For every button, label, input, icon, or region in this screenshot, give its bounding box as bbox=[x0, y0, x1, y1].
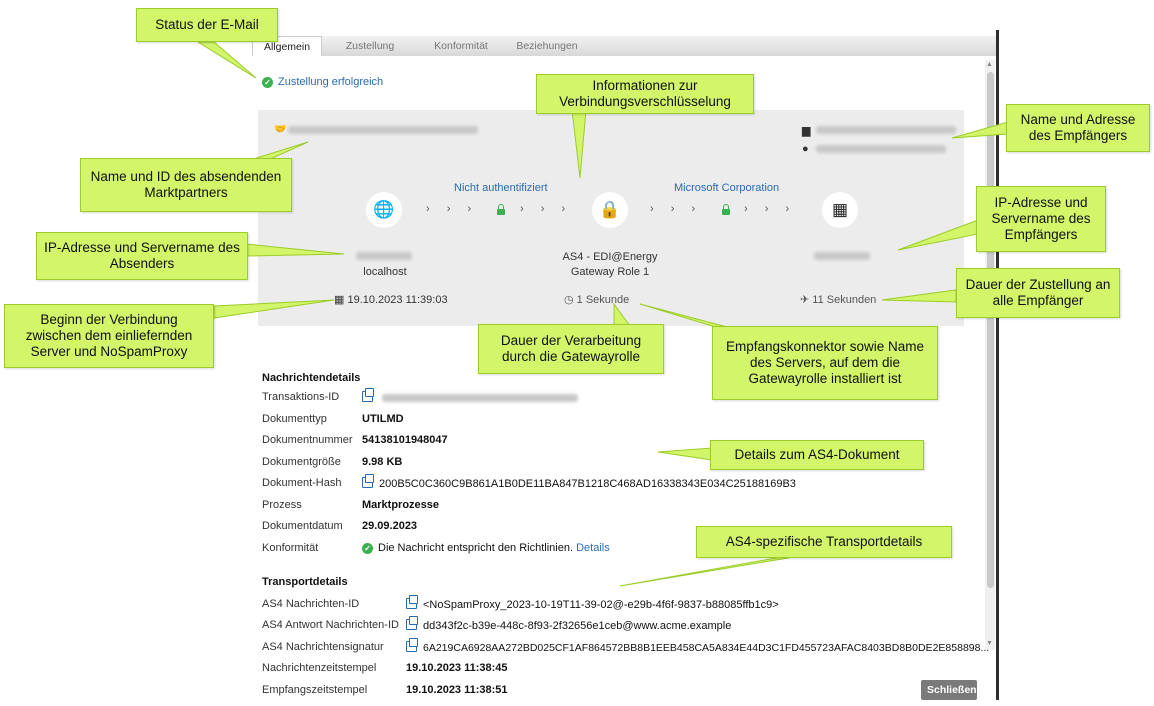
process-value: Marktprozesse bbox=[362, 499, 440, 511]
globe-icon: 🌐 bbox=[366, 192, 402, 228]
transaction-id-value bbox=[362, 388, 579, 404]
detail-label: Dokumentdatum bbox=[262, 520, 343, 532]
sender-ip-redacted bbox=[356, 252, 412, 260]
connection-start-time: 19.10.2023 11:39:03 bbox=[347, 294, 448, 306]
detail-label: Dokument-Hash bbox=[262, 477, 342, 489]
delivery-duration-value: 11 Sekunden bbox=[812, 294, 877, 306]
detail-label: Dokumentnummer bbox=[262, 434, 353, 446]
close-button[interactable]: Schließen bbox=[921, 680, 977, 700]
copy-icon[interactable] bbox=[406, 616, 418, 630]
processing-duration-value: 1 Sekunde bbox=[576, 294, 630, 306]
receive-timestamp-value: 19.10.2023 11:38:51 bbox=[406, 684, 508, 696]
gateway-connector: AS4 - EDI@Energy bbox=[562, 251, 658, 263]
tab-bar: Allgemein Zustellung Konformität Beziehu… bbox=[252, 36, 998, 56]
gateway-role: Gateway Role 1 bbox=[570, 266, 650, 278]
detail-label: Prozess bbox=[262, 499, 302, 511]
dialog-border bbox=[996, 30, 999, 700]
document-hash-value: 200B5C0C360C9B861A1B0DE11BA847B1218C468A… bbox=[362, 474, 796, 490]
callout-encryption: Informationen zur Verbindungsverschlüsse… bbox=[536, 74, 754, 114]
callout-recipient-name: Name und Adresse des Empfängers bbox=[1006, 104, 1150, 152]
detail-label: Nachrichtenzeitstempel bbox=[262, 662, 377, 674]
callout-sender-partner: Name und ID des absendenden Marktpartner… bbox=[80, 158, 292, 212]
as4-reply-id-value: dd343f2c-b39e-448c-8f93-2f32656e1ceb@www… bbox=[406, 616, 732, 632]
tab-delivery[interactable]: Zustellung bbox=[330, 36, 410, 56]
as4-signature-value: 6A219CA6928AA272BD025CF1AF864572BB8B1EEB… bbox=[406, 638, 990, 654]
callout-connection-start: Beginn der Verbindung zwischen dem einli… bbox=[4, 304, 214, 368]
callout-status: Status der E-Mail bbox=[136, 8, 278, 42]
chevron-arrows-icon: › › › bbox=[744, 203, 797, 215]
user-icon: ● bbox=[802, 143, 809, 155]
document-number-value: 54138101948047 bbox=[362, 434, 448, 446]
transport-details-title: Transportdetails bbox=[262, 576, 348, 588]
lock-icon bbox=[722, 204, 730, 215]
copy-icon[interactable] bbox=[406, 638, 418, 652]
callout-receiving-connector: Empfangskonnektor sowie Name des Servers… bbox=[712, 326, 938, 400]
message-timestamp-value: 19.10.2023 11:38:45 bbox=[406, 662, 508, 674]
calendar-icon: ▦ bbox=[334, 294, 345, 306]
copy-icon[interactable] bbox=[406, 595, 418, 609]
detail-label: Konformität bbox=[262, 542, 319, 554]
recipient-ip-redacted bbox=[814, 252, 870, 260]
sender-partner-redacted bbox=[288, 126, 478, 134]
pointer-document-details bbox=[657, 447, 713, 461]
recipient-name-redacted bbox=[816, 126, 956, 134]
detail-label: Empfangszeitstempel bbox=[262, 684, 368, 696]
callout-processing-duration: Dauer der Verarbeitung durch die Gateway… bbox=[478, 324, 664, 374]
chevron-arrows-icon: › › › bbox=[650, 203, 703, 215]
building-icon: ▆ bbox=[802, 125, 811, 137]
as4-message-id-value: <NoSpamProxy_2023-10-19T11-39-02@-e29b-4… bbox=[406, 595, 779, 611]
handshake-icon: 🤝 bbox=[274, 124, 287, 135]
gateway-lock-icon: 🔒 bbox=[592, 192, 628, 228]
pointer-transport-details bbox=[619, 553, 813, 587]
auth-status-left: Nicht authentifiziert bbox=[454, 182, 548, 194]
callout-sender-ip: IP-Adresse und Servername des Absenders bbox=[36, 232, 248, 280]
chevron-arrows-icon: › › › bbox=[520, 203, 573, 215]
detail-label: Dokumenttyp bbox=[262, 413, 327, 425]
conformity-details-link[interactable]: Details bbox=[576, 542, 610, 554]
delivery-duration: ✈ 11 Sekunden bbox=[800, 293, 876, 306]
sender-hostname: localhost bbox=[363, 266, 407, 278]
delivery-status-label: Zustellung erfolgreich bbox=[278, 76, 384, 88]
document-hash-text: 200B5C0C360C9B861A1B0DE11BA847B1218C468A… bbox=[379, 478, 796, 490]
document-type-value: UTILMD bbox=[362, 413, 404, 425]
as4-reply-id-text: dd343f2c-b39e-448c-8f93-2f32656e1ceb@www… bbox=[423, 620, 732, 632]
transaction-id-redacted bbox=[382, 394, 579, 403]
detail-label: AS4 Antwort Nachrichten-ID bbox=[262, 619, 399, 631]
plane-icon: ✈ bbox=[800, 294, 810, 306]
callout-document-details: Details zum AS4-Dokument bbox=[710, 440, 924, 470]
callout-recipient-ip: IP-Adresse und Servername des Empfängers bbox=[976, 186, 1106, 252]
success-check-icon: ✓ bbox=[362, 542, 373, 554]
tab-conformity[interactable]: Konformität bbox=[416, 36, 506, 56]
recipient-address-redacted bbox=[816, 145, 946, 153]
clock-icon: ◷ bbox=[564, 294, 574, 306]
callout-transport-details: AS4-spezifische Transportdetails bbox=[696, 526, 952, 558]
message-details-title: Nachrichtendetails bbox=[262, 372, 361, 384]
auth-status-right: Microsoft Corporation bbox=[674, 182, 780, 194]
scroll-up-arrow-icon[interactable]: ▲ bbox=[986, 61, 993, 68]
pointer-status bbox=[196, 41, 257, 79]
callout-delivery-duration: Dauer der Zustellung an alle Empfänger bbox=[956, 268, 1120, 318]
scrollbar-thumb[interactable] bbox=[987, 72, 994, 588]
detail-label: AS4 Nachrichten-ID bbox=[262, 598, 360, 610]
detail-label: Transaktions-ID bbox=[262, 391, 340, 403]
processing-duration: ◷ 1 Sekunde bbox=[564, 293, 629, 306]
copy-icon[interactable] bbox=[362, 474, 374, 488]
document-size-value: 9.98 KB bbox=[362, 456, 403, 468]
tab-relations[interactable]: Beziehungen bbox=[502, 36, 592, 56]
document-date-value: 29.09.2023 bbox=[362, 520, 418, 532]
connection-start: ▦ 19.10.2023 11:39:03 bbox=[334, 293, 448, 306]
server-building-icon: ▦ bbox=[822, 192, 858, 228]
delivery-status: ✓ Zustellung erfolgreich bbox=[262, 76, 383, 88]
conformity-text: Die Nachricht entspricht den Richtlinien… bbox=[378, 542, 574, 554]
detail-label: AS4 Nachrichtensignatur bbox=[262, 641, 384, 653]
as4-signature-text: 6A219CA6928AA272BD025CF1AF864572BB8B1EEB… bbox=[423, 642, 990, 654]
detail-label: Dokumentgröße bbox=[262, 456, 341, 468]
as4-message-id-text: <NoSpamProxy_2023-10-19T11-39-02@-e29b-4… bbox=[423, 599, 779, 611]
copy-icon[interactable] bbox=[362, 388, 374, 402]
chevron-arrows-icon: › › › bbox=[426, 203, 479, 215]
lock-icon bbox=[497, 204, 505, 215]
conformity-value: ✓ Die Nachricht entspricht den Richtlini… bbox=[362, 542, 610, 554]
success-check-icon: ✓ bbox=[262, 76, 273, 88]
